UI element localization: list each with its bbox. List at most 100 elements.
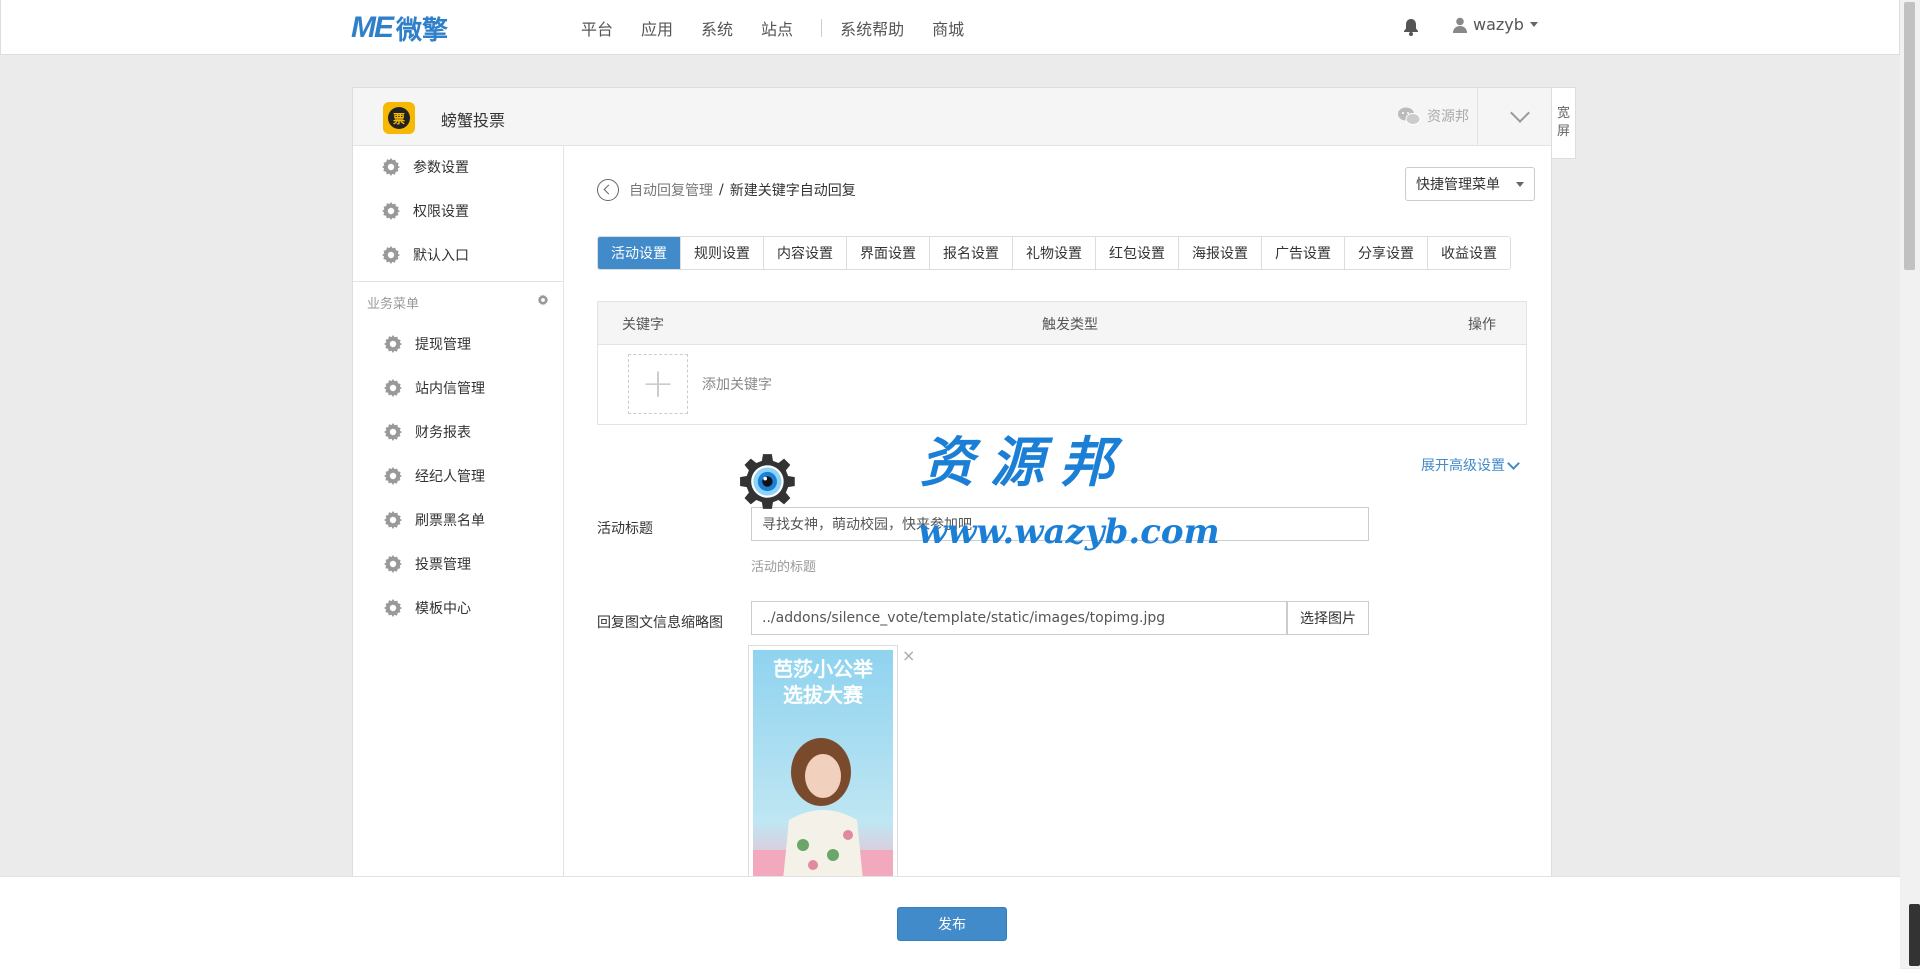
app-header: 票 螃蟹投票 资源邦 <box>353 88 1551 146</box>
bell-icon[interactable] <box>1401 17 1421 37</box>
resource-label: 资源邦 <box>1397 106 1469 126</box>
sidebar-item-label: 经纪人管理 <box>415 469 485 485</box>
tab[interactable]: 界面设置 <box>847 237 930 269</box>
tab[interactable]: 内容设置 <box>764 237 847 269</box>
tab[interactable]: 活动设置 <box>598 237 681 269</box>
tab[interactable]: 分享设置 <box>1345 237 1428 269</box>
watermark-gear-logo <box>740 454 795 509</box>
gear-icon <box>384 467 402 485</box>
sidebar-item-label: 投票管理 <box>415 557 471 573</box>
breadcrumb-parent[interactable]: 自动回复管理 <box>629 180 713 200</box>
nav-site[interactable]: 站点 <box>761 16 793 40</box>
sidebar-item-biz[interactable]: 模板中心 <box>353 586 563 630</box>
app-logo-char: 票 <box>388 107 410 129</box>
thumb-path-input[interactable]: ../addons/silence_vote/template/static/i… <box>751 601 1287 635</box>
quick-menu-label: 快捷管理菜单 <box>1416 177 1500 193</box>
gear-icon <box>384 599 402 617</box>
caret-down-icon <box>1529 22 1538 27</box>
sidebar-item-label: 提现管理 <box>415 337 471 353</box>
expand-advanced-label: 展开高级设置 <box>1421 458 1505 474</box>
gear-icon <box>384 555 402 573</box>
add-keyword-button[interactable]: + <box>628 354 688 414</box>
sidebar-item-label: 站内信管理 <box>415 381 485 397</box>
logo-me-text: ME <box>351 11 394 44</box>
keywords-table-header: 关键字 触发类型 操作 <box>598 302 1526 345</box>
add-keyword-label[interactable]: 添加关键字 <box>702 374 772 394</box>
tab[interactable]: 红包设置 <box>1096 237 1179 269</box>
sidebar-item-biz[interactable]: 刷票黑名单 <box>353 498 563 542</box>
username: wazyb <box>1473 15 1524 34</box>
section-title-text: 业务菜单 <box>367 296 420 312</box>
scrollbar-thumb[interactable] <box>1904 2 1915 270</box>
footer-bar: 发布 <box>0 876 1900 969</box>
sidebar-item-biz[interactable]: 站内信管理 <box>353 366 563 410</box>
wide-label-1: 宽 <box>1556 106 1570 121</box>
gear-icon <box>384 379 402 397</box>
gear-icon <box>382 246 400 264</box>
tab[interactable]: 礼物设置 <box>1013 237 1096 269</box>
user-icon <box>1453 17 1467 33</box>
thumb-path-value: ../addons/silence_vote/template/static/i… <box>762 610 1166 626</box>
app-name: 螃蟹投票 <box>441 111 506 130</box>
poster-image: 芭莎小公举 选拔大赛 <box>753 650 893 880</box>
select-image-button[interactable]: 选择图片 <box>1287 601 1369 635</box>
tab[interactable]: 海报设置 <box>1179 237 1262 269</box>
gear-icon <box>384 335 402 353</box>
breadcrumb-current: 新建关键字自动回复 <box>729 183 856 199</box>
nav-apps[interactable]: 应用 <box>641 16 673 40</box>
breadcrumb: 自动回复管理 / 新建关键字自动回复 <box>597 179 856 201</box>
watermark-cn-text: 资源邦 <box>920 430 1130 494</box>
gear-icon <box>384 511 402 529</box>
tab[interactable]: 报名设置 <box>930 237 1013 269</box>
poster-title-2: 选拔大赛 <box>783 683 864 707</box>
expand-advanced-toggle[interactable]: 展开高级设置 <box>1421 455 1520 475</box>
page-scrollbar[interactable] <box>1900 0 1920 968</box>
header-divider <box>1477 88 1478 145</box>
remove-image-icon[interactable]: × <box>902 646 915 665</box>
sidebar-item-biz[interactable]: 投票管理 <box>353 542 563 586</box>
sidebar-section-title: 业务菜单 <box>353 282 563 322</box>
user-menu[interactable]: wazyb <box>1453 15 1538 34</box>
tab[interactable]: 收益设置 <box>1428 237 1510 269</box>
col-keyword: 关键字 <box>622 317 664 333</box>
sidebar-item-biz[interactable]: 财务报表 <box>353 410 563 454</box>
gear-icon <box>382 158 400 176</box>
sidebar-item-biz[interactable]: 经纪人管理 <box>353 454 563 498</box>
floating-side-widget[interactable] <box>1909 904 1920 966</box>
nav-system[interactable]: 系统 <box>701 16 733 40</box>
settings-tabs: 活动设置 规则设置 内容设置 界面设置 报名设置 礼物设置 红包设置 海报设置 广告设置 分享设置… <box>597 236 1511 270</box>
sidebar-item-biz[interactable]: 提现管理 <box>353 322 563 366</box>
sidebar-item-permissions[interactable]: 权限设置 <box>353 189 563 233</box>
thumb-preview: 芭莎小公举 选拔大赛 <box>748 645 898 885</box>
nav-store[interactable]: 商城 <box>932 16 964 40</box>
publish-button[interactable]: 发布 <box>897 907 1007 941</box>
collapse-chevron-icon[interactable] <box>1510 103 1530 123</box>
tab[interactable]: 规则设置 <box>681 237 764 269</box>
quick-menu-dropdown[interactable]: 快捷管理菜单 <box>1405 167 1535 201</box>
poster-title-1: 芭莎小公举 <box>773 657 874 681</box>
sidebar-item-default-entry[interactable]: 默认入口 <box>353 233 563 277</box>
col-actions: 操作 <box>1468 317 1496 333</box>
sidebar-item-params[interactable]: 参数设置 <box>353 145 563 189</box>
wide-screen-toggle[interactable]: 宽 屏 <box>1552 87 1576 159</box>
top-nav: 平台 应用 系统 站点 系统帮助 商城 <box>581 0 992 56</box>
nav-help[interactable]: 系统帮助 <box>840 16 904 40</box>
section-gear-icon[interactable] <box>537 294 549 306</box>
sidebar-item-label: 默认入口 <box>413 248 469 264</box>
logo-cn-text: 微擎 <box>396 15 449 46</box>
sidebar-item-label: 权限设置 <box>413 204 469 220</box>
top-navbar: ME 微擎 平台 应用 系统 站点 系统帮助 商城 wazyb <box>0 0 1900 55</box>
tab[interactable]: 广告设置 <box>1262 237 1345 269</box>
breadcrumb-separator: / <box>719 182 724 198</box>
nav-divider <box>821 19 823 37</box>
sidebar: 参数设置 权限设置 默认入口 业务菜单 提现管理站内信管理财务报表经纪人管理刷票… <box>353 145 564 969</box>
logo[interactable]: ME 微擎 <box>351 11 449 46</box>
title-label: 活动标题 <box>597 521 653 537</box>
biz-menu: 提现管理站内信管理财务报表经纪人管理刷票黑名单投票管理模板中心 <box>353 322 563 630</box>
wechat-icon <box>1398 107 1421 125</box>
back-icon[interactable] <box>597 179 619 201</box>
wide-label-2: 屏 <box>1556 124 1570 139</box>
gear-icon <box>382 202 400 220</box>
nav-platform[interactable]: 平台 <box>581 16 613 40</box>
gear-icon <box>384 423 402 441</box>
